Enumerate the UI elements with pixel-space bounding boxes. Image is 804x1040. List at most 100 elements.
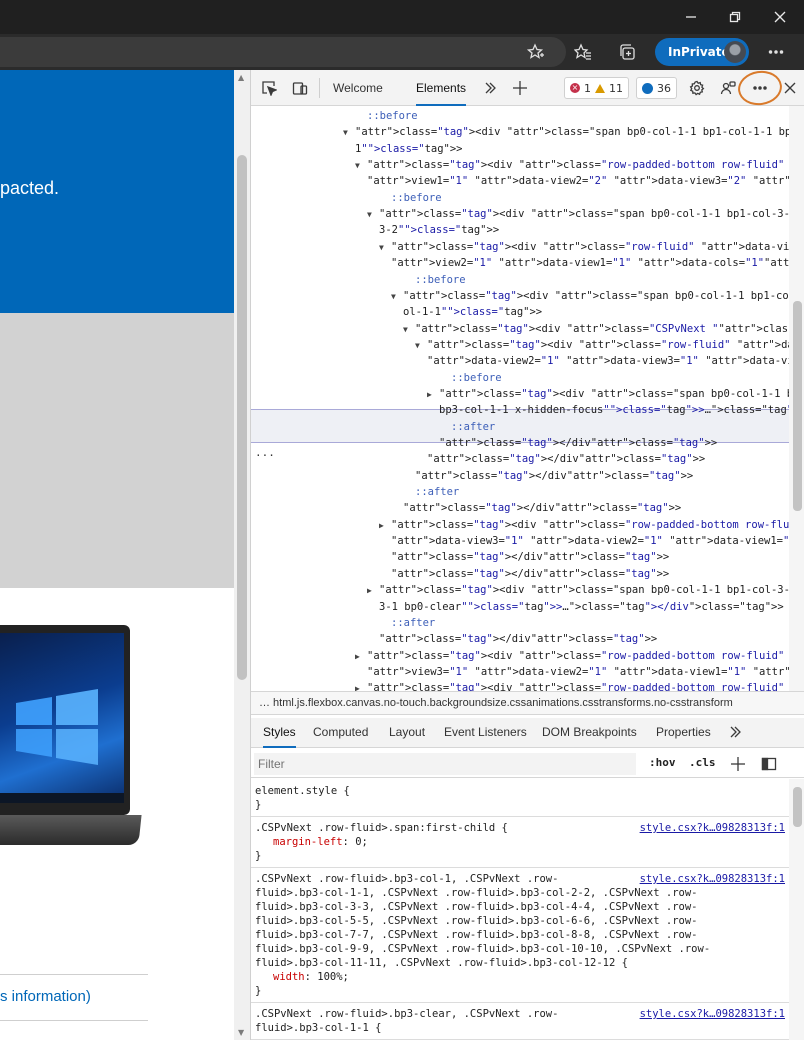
dom-node-line[interactable]: ▶ "attr">class="tag"><div "attr">class="r… [379, 517, 789, 533]
rule-selector[interactable]: .CSPvNext .row-fluid>.bp3-col-1, .CSPvNe… [255, 872, 558, 886]
new-style-rule-button[interactable] [728, 754, 748, 774]
tab-dom-breakpoints[interactable]: DOM Breakpoints [542, 718, 637, 748]
tab-event-listeners[interactable]: Event Listeners [444, 718, 527, 748]
dom-breadcrumb[interactable]: … html.js.flexbox.canvas.no-touch.backgr… [251, 691, 804, 715]
dom-node-line[interactable]: ::before [451, 370, 502, 386]
inspect-element-button[interactable] [259, 78, 279, 98]
issues-info-counter[interactable]: 36 [636, 77, 677, 99]
dom-node-line[interactable]: ::after [451, 419, 495, 435]
dom-node-line[interactable]: ▼ "attr">class="tag"><div "attr">class="s… [367, 206, 789, 222]
rule-selector[interactable]: element.style { [255, 784, 350, 798]
dom-node-line[interactable]: ▼ "attr">class="tag"><div "attr">class="s… [391, 288, 789, 304]
rule-selector[interactable]: fluid>.bp3-col-9-9, .CSPvNext .row-fluid… [255, 942, 710, 956]
devtools-settings-button[interactable] [687, 78, 707, 98]
dom-node-line[interactable]: ▶ "attr">class="tag"><div "attr">class="r… [355, 648, 789, 664]
dom-node-line[interactable]: "attr">class="tag"></div"attr">class="ta… [403, 500, 681, 516]
issues-counter[interactable]: × 1 11 [564, 77, 629, 99]
dom-node-line[interactable]: ::after [391, 615, 435, 631]
node-actions-dots[interactable]: ··· [255, 449, 275, 462]
close-devtools-button[interactable] [780, 78, 800, 98]
styles-filter-input[interactable] [254, 753, 636, 775]
dom-node-line[interactable]: ::before [391, 190, 442, 206]
cls-toggle[interactable]: .cls [689, 756, 716, 769]
rule-source-link[interactable]: style.csx?k…09828313f:1 [640, 872, 785, 886]
dom-node-line[interactable]: ▼ "attr">class="tag"><div "attr">class="r… [379, 239, 789, 255]
minimize-button[interactable] [680, 6, 702, 28]
favorites-button[interactable] [572, 41, 594, 63]
dom-node-line[interactable]: "attr">data-view2="1" "attr">data-view3=… [427, 353, 789, 369]
inprivate-button[interactable]: InPrivate [655, 38, 749, 66]
tab-welcome[interactable]: Welcome [333, 70, 383, 106]
dom-node-line[interactable]: "attr">view3="1" "attr">data-view2="1" "… [367, 664, 789, 680]
style-rule[interactable]: .CSPvNext .row-fluid>.span:first-child {… [251, 818, 789, 868]
hov-toggle[interactable]: :hov [649, 756, 676, 769]
css-property[interactable]: margin-left: 0; [273, 835, 368, 849]
dom-node-line[interactable]: bp3-col-1-1 x-hidden-focus"">class="tag"… [439, 402, 789, 418]
tab-computed[interactable]: Computed [313, 718, 368, 748]
styles-scrollbar-thumb[interactable] [793, 787, 802, 827]
elements-tree[interactable]: ::before ▼ "attr">class="tag"><div "attr">… [251, 106, 789, 691]
restore-button[interactable] [724, 6, 746, 28]
rule-selector[interactable]: fluid>.bp3-col-7-7, .CSPvNext .row-fluid… [255, 928, 698, 942]
rule-selector[interactable]: fluid>.bp3-col-1-1, .CSPvNext .row-fluid… [255, 886, 698, 900]
dom-node-line[interactable]: "attr">class="tag"></div"attr">class="ta… [391, 566, 669, 582]
page-scrollbar-thumb[interactable] [237, 155, 247, 680]
dom-node-line[interactable]: ▼ "attr">class="tag"><div "attr">class="s… [343, 124, 789, 140]
dom-node-line[interactable]: ▼ "attr">class="tag"><div "attr">class="r… [355, 157, 789, 173]
add-favorite-button[interactable] [525, 41, 547, 63]
dom-node-line[interactable]: ▼ "attr">class="tag"><div "attr">class="C… [403, 321, 789, 337]
css-property[interactable]: width: 100%; [273, 970, 349, 984]
tab-properties[interactable]: Properties [656, 718, 711, 748]
tree-scrollbar[interactable] [789, 106, 804, 691]
dom-node-line[interactable]: "attr">class="tag"></div"attr">class="ta… [427, 451, 705, 467]
dom-node-line[interactable]: ::before [367, 108, 418, 124]
dom-node-line[interactable]: "attr">view2="1" "attr">data-view1="1" "… [391, 255, 789, 271]
rule-selector[interactable]: fluid>.bp3-col-11-11, .CSPvNext .row-flu… [255, 956, 628, 970]
dom-node-line[interactable]: ▼ "attr">class="tag"><div "attr">class="r… [415, 337, 789, 353]
toggle-sidebar-button[interactable] [759, 754, 779, 774]
styles-pane[interactable]: element.style {} .CSPvNext .row-fluid>.sp… [251, 779, 789, 1040]
dom-node-line[interactable]: "attr">class="tag"></div"attr">class="ta… [439, 435, 717, 451]
dom-node-line[interactable]: "attr">view1="1" "attr">data-view2="2" "… [367, 173, 789, 189]
dom-node-line[interactable]: "attr">class="tag"></div"attr">class="ta… [391, 549, 669, 565]
collections-button[interactable] [616, 41, 638, 63]
rule-selector[interactable]: .CSPvNext .row-fluid>.bp3-clear, .CSPvNe… [255, 1007, 558, 1021]
style-rule[interactable]: .CSPvNext .row-fluid>.bp3-clear, .CSPvNe… [251, 1004, 789, 1040]
tab-styles[interactable]: Styles [263, 718, 296, 748]
device-emulation-button[interactable] [290, 78, 310, 98]
add-tab-button[interactable] [510, 78, 530, 98]
connected-devices-button[interactable] [718, 78, 738, 98]
dom-node-line[interactable]: ▶ "attr">class="tag"><div "attr">class="r… [355, 680, 789, 691]
dom-node-line[interactable]: "attr">data-view3="1" "attr">data-view2=… [391, 533, 789, 549]
rule-source-link[interactable]: style.csx?k…09828313f:1 [640, 821, 785, 835]
tab-layout[interactable]: Layout [389, 718, 425, 748]
dom-node-line[interactable]: "attr">class="tag"></div"attr">class="ta… [415, 468, 693, 484]
style-rule[interactable]: .CSPvNext .row-fluid>.bp3-col-1, .CSPvNe… [251, 869, 789, 1003]
rule-selector[interactable]: fluid>.bp3-col-1-1 { [255, 1021, 381, 1035]
dom-node-line[interactable]: ▶ "attr">class="tag"><div "attr">class="s… [427, 386, 789, 402]
tab-elements[interactable]: Elements [416, 70, 467, 106]
dom-node-line[interactable]: ::after [415, 484, 459, 500]
rule-source-link[interactable]: style.csx?k…09828313f:1 [640, 1007, 785, 1021]
rule-selector[interactable]: .CSPvNext .row-fluid>.span:first-child { [255, 821, 508, 835]
dom-node-line[interactable]: "attr">class="tag"></div"attr">class="ta… [379, 631, 657, 647]
settings-and-more-button[interactable] [765, 41, 787, 63]
address-bar[interactable] [0, 37, 566, 67]
dom-node-line[interactable]: 3-1 bp0-clear"">class="tag">>…">class="t… [379, 599, 784, 615]
dom-node-line[interactable]: ▶ "attr">class="tag"><div "attr">class="s… [367, 582, 789, 598]
information-link[interactable]: s information) [0, 988, 91, 1005]
styles-scrollbar[interactable] [789, 779, 804, 1040]
more-styles-tabs-button[interactable] [725, 722, 745, 742]
more-tabs-button[interactable] [480, 78, 500, 98]
page-scrollbar[interactable]: ▲ ▼ [234, 70, 250, 1040]
dom-node-line[interactable]: 3-2"">class="tag">> [379, 222, 499, 238]
dom-node-line[interactable]: 1"">class="tag">> [355, 141, 463, 157]
dom-node-line[interactable]: ::before [415, 272, 466, 288]
tree-scrollbar-thumb[interactable] [793, 301, 802, 511]
dom-node-line[interactable]: ol-1-1"">class="tag">> [403, 304, 542, 320]
windows-logo-icon [0, 689, 124, 803]
rule-selector[interactable]: fluid>.bp3-col-3-3, .CSPvNext .row-fluid… [255, 900, 698, 914]
close-window-button[interactable] [769, 6, 791, 28]
rule-selector[interactable]: fluid>.bp3-col-5-5, .CSPvNext .row-fluid… [255, 914, 698, 928]
style-rule[interactable]: element.style {} [251, 781, 789, 817]
